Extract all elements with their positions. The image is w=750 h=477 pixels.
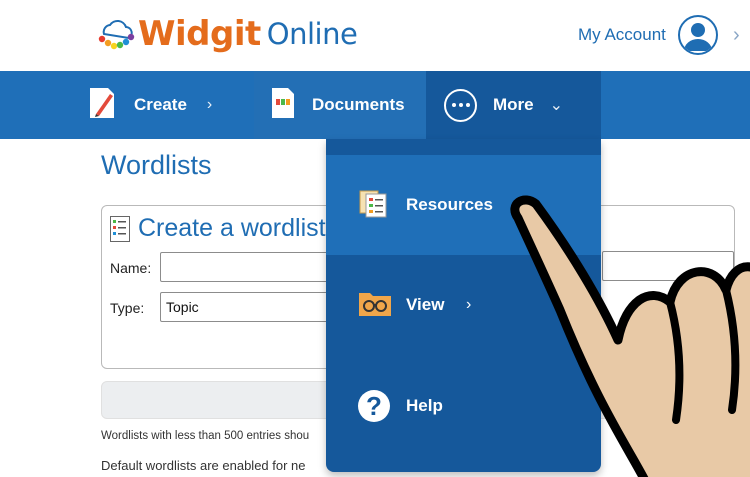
logo-cloud-icon [96, 14, 136, 54]
type-label: Type: [110, 300, 145, 316]
default-wordlists-note: Default wordlists are enabled for ne [101, 458, 306, 473]
name-field[interactable] [160, 252, 332, 282]
my-account-link[interactable]: My Account [578, 25, 666, 45]
widgit-logo[interactable]: Widgit Online [96, 12, 358, 56]
resources-icon [358, 187, 390, 224]
type-select[interactable]: Topic [160, 292, 332, 322]
menu-item-resources-label: Resources [406, 195, 493, 214]
app-window: Widgit Online My Account › Create › Docu… [0, 0, 750, 477]
create-wordlist-heading: Create a wordlist [138, 214, 326, 242]
menu-item-view-label: View [406, 295, 445, 314]
main-nav: Create › Documents More ⌄ [0, 71, 750, 139]
name-label: Name: [110, 260, 152, 276]
wordlist-icon [110, 216, 130, 242]
nav-more-label: More [493, 95, 534, 114]
glasses-folder-icon [358, 289, 392, 322]
nav-create[interactable]: Create › [88, 71, 212, 139]
chevron-right-icon: › [206, 96, 213, 113]
page-title: Wordlists [101, 150, 212, 180]
chevron-right-icon: › [466, 296, 472, 313]
chevron-right-icon[interactable]: › [733, 24, 740, 47]
document-pencil-icon [88, 86, 118, 125]
logo-product-text: Online [266, 17, 358, 51]
document-icon [270, 86, 296, 125]
pointing-hand-icon [510, 195, 750, 477]
wordlist-size-note: Wordlists with less than 500 entries sho… [101, 430, 310, 442]
menu-item-help-label: Help [406, 396, 443, 415]
ellipsis-circle-icon [444, 88, 477, 122]
nav-more[interactable]: More ⌄ [426, 71, 601, 139]
help-icon: ? [358, 390, 390, 422]
nav-create-label: Create [134, 95, 187, 114]
logo-brand-text: Widgit [138, 14, 261, 54]
nav-documents[interactable]: Documents [254, 71, 426, 139]
nav-documents-label: Documents [312, 95, 405, 114]
top-header: Widgit Online My Account › [0, 0, 750, 71]
chevron-down-icon: ⌄ [549, 97, 564, 114]
account-avatar-icon[interactable] [678, 15, 718, 55]
